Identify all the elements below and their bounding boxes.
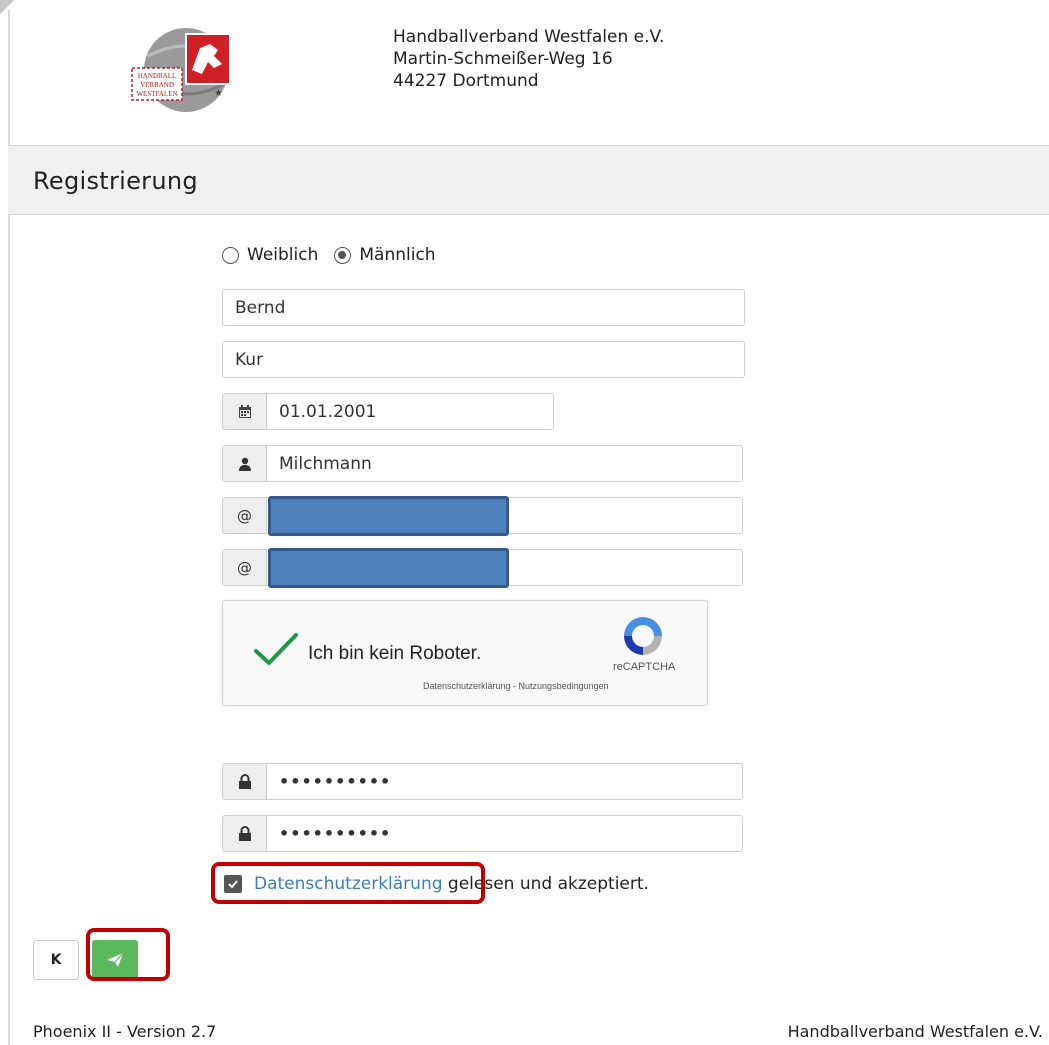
recaptcha-brand: reCAPTCHA	[613, 661, 676, 673]
page-title: Registrierung	[33, 167, 198, 195]
logo-text-line-2: VERBAND	[140, 81, 174, 89]
redaction-box-email-confirm	[268, 548, 509, 588]
address-line-street: Martin-Schmeißer-Weg 16	[393, 49, 613, 69]
password-field[interactable]: ••••••••••	[222, 763, 743, 800]
birthdate-field[interactable]: 01.01.2001	[222, 393, 554, 430]
radio-female[interactable]	[222, 246, 239, 264]
svg-text:★: ★	[214, 88, 223, 99]
footer-version: Phoenix II - Version 2.7	[33, 1022, 217, 1041]
user-icon	[223, 446, 267, 481]
calendar-icon	[223, 394, 267, 429]
last-name-value: Kur	[235, 349, 264, 370]
password-confirm-field[interactable]: ••••••••••	[222, 815, 743, 852]
highlight-frame-send	[86, 928, 170, 981]
gender-radio-group: Weiblich Männlich	[222, 245, 452, 265]
username-field[interactable]: Milchmann	[222, 445, 743, 482]
recaptcha-widget[interactable]: Ich bin kein Roboter. reCAPTCHA Datensch…	[222, 600, 708, 706]
radio-male[interactable]	[334, 246, 352, 264]
gender-option-female[interactable]: Weiblich	[222, 245, 318, 265]
password-confirm-value: ••••••••••	[279, 824, 392, 843]
gender-female-label: Weiblich	[247, 245, 319, 265]
lock-icon	[223, 764, 267, 799]
address-line-city: 44227 Dortmund	[393, 71, 539, 91]
handballverband-logo-icon: HANDBALL VERBAND WESTFALEN ★	[131, 28, 231, 112]
back-button[interactable]: K	[33, 940, 79, 980]
gender-option-male[interactable]: Männlich	[334, 245, 436, 265]
at-icon: @	[223, 550, 267, 585]
first-name-field[interactable]: Bernd	[222, 289, 745, 326]
username-value: Milchmann	[279, 453, 372, 474]
logo-text-line-1: HANDBALL	[138, 72, 177, 80]
highlight-frame-privacy	[211, 862, 485, 904]
first-name-value: Bernd	[235, 297, 286, 318]
title-bar: Registrierung	[8, 145, 1049, 215]
last-name-field[interactable]: Kur	[222, 341, 745, 378]
password-value: ••••••••••	[279, 772, 392, 791]
recaptcha-label: Ich bin kein Roboter.	[308, 643, 482, 664]
back-button-label: K	[50, 952, 62, 968]
recaptcha-links[interactable]: Datenschutzerklärung - Nutzungsbedingung…	[423, 681, 609, 691]
birthdate-value: 01.01.2001	[279, 401, 377, 422]
header-address: Handballverband Westfalen e.V. Martin-Sc…	[393, 26, 664, 92]
redaction-box-email	[268, 496, 509, 536]
gender-male-label: Männlich	[359, 245, 436, 265]
page-corner	[0, 0, 14, 14]
recaptcha-logo-icon	[624, 617, 662, 655]
address-line-org: Handballverband Westfalen e.V.	[393, 27, 665, 47]
checkmark-icon[interactable]	[253, 631, 299, 667]
at-icon: @	[223, 498, 267, 533]
footer-org: Handballverband Westfalen e.V.	[787, 1022, 1043, 1041]
logo-text-line-3: WESTFALEN	[136, 90, 177, 98]
lock-icon	[223, 816, 267, 851]
